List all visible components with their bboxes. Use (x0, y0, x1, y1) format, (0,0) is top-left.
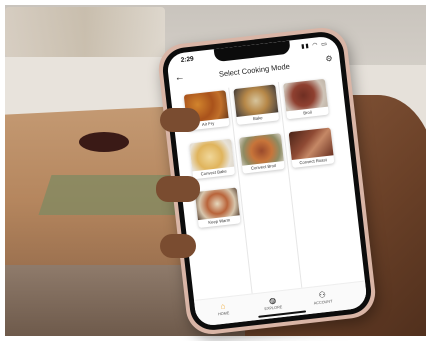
thumb (160, 108, 200, 132)
mode-tile-convect-roast[interactable]: Convect Roast (288, 127, 335, 169)
mode-tile-convect-bake[interactable]: Convect Bake (189, 138, 236, 180)
kitchen-counter (5, 57, 165, 115)
finger (160, 234, 196, 258)
mode-tile-convect-broil[interactable]: Convect Broil (238, 133, 285, 174)
cooking-mode-grid: Air Fry Bake Broil Convect Bake Convect … (181, 76, 355, 307)
status-time: 2:29 (180, 55, 195, 64)
mode-tile-bake[interactable]: Bake (233, 84, 280, 125)
mode-tile-keep-warm[interactable]: Keep Warm (194, 187, 241, 229)
nav-explore[interactable]: ◍ EXPLORE (252, 294, 293, 312)
nav-account[interactable]: ⚇ ACCOUNT (302, 288, 343, 306)
settings-icon[interactable]: ⚙ (325, 54, 333, 64)
finger (156, 176, 200, 202)
mode-tile-broil[interactable]: Broil (283, 78, 329, 120)
kitchen-shelf (5, 7, 165, 57)
nav-home[interactable]: ⌂ HOME (203, 300, 244, 318)
bowl (79, 132, 129, 152)
status-icons: ▮▮ ◠ ▭ (300, 41, 329, 51)
